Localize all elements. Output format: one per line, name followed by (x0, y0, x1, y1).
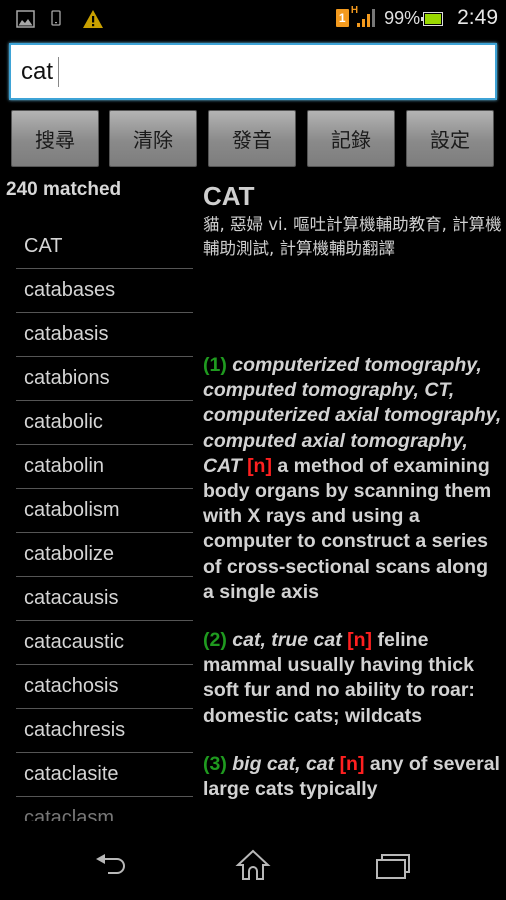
list-item[interactable]: catachosis (16, 665, 193, 709)
pronounce-button[interactable]: 發音 (208, 110, 296, 167)
home-button[interactable] (228, 849, 278, 885)
part-of-speech: [n] (339, 752, 365, 775)
battery-icon (421, 11, 444, 26)
pronounce-button-label: 發音 (232, 128, 272, 152)
list-item[interactable]: CAT (16, 225, 193, 269)
history-button[interactable]: 記錄 (307, 110, 395, 167)
list-item[interactable]: catabions (16, 357, 193, 401)
part-of-speech: [n] (247, 454, 272, 477)
sense-number: (3) (203, 752, 227, 775)
status-bar: 1 H 99% 2:49 (0, 0, 506, 38)
list-item[interactable]: catabolin (16, 445, 193, 489)
list-item[interactable]: catabolism (16, 489, 193, 533)
home-icon (235, 849, 271, 885)
sim-icon: 1 (335, 9, 349, 27)
list-item[interactable]: catabasis (16, 313, 193, 357)
definition-panel[interactable]: CAT 貓, 惡婦 vi. 嘔吐計算機輔助教育, 計算機輔助測試, 計算機輔助翻… (203, 180, 503, 826)
match-count: 240 matched (6, 179, 122, 200)
list-item[interactable]: cataclasite (16, 753, 193, 797)
headword: CAT (203, 181, 255, 211)
recent-apps-button[interactable] (368, 850, 418, 884)
sense-synonyms: cat, true cat (232, 629, 342, 652)
settings-button-label: 設定 (430, 128, 470, 152)
text-cursor (58, 57, 59, 87)
list-item[interactable]: catacaustic (16, 621, 193, 665)
sense-number: (1) (203, 354, 227, 376)
clear-button[interactable]: 清除 (109, 110, 197, 167)
sense-synonyms: big cat, cat (232, 752, 335, 775)
sense-list: (1) computerized tomography, computed to… (203, 353, 503, 802)
sim-label: 1 (338, 11, 346, 25)
phone-device-icon (50, 10, 62, 28)
list-item[interactable]: cataclasm (16, 797, 193, 821)
search-button[interactable]: 搜尋 (11, 110, 99, 167)
history-button-label: 記錄 (331, 128, 371, 152)
list-item[interactable]: catachresis (16, 709, 193, 753)
back-icon (95, 850, 131, 884)
navigation-bar (0, 830, 506, 900)
sense-definition: a method of examining body organs by sca… (203, 454, 492, 603)
notification-icons (16, 9, 104, 29)
list-item[interactable]: catacausis (16, 577, 193, 621)
battery-percent: 99% (384, 7, 421, 28)
clear-button-label: 清除 (133, 128, 173, 152)
sense-item: (2) cat, true cat [n] feline mammal usua… (203, 628, 503, 729)
search-input[interactable] (21, 55, 481, 89)
search-box[interactable] (9, 43, 497, 100)
search-button-label: 搜尋 (35, 128, 75, 152)
clock: 2:49 (457, 6, 498, 29)
toolbar: 搜尋 清除 發音 記錄 設定 (0, 110, 506, 168)
warning-icon (82, 9, 104, 29)
sense-item: (3) big cat, cat [n] any of several larg… (203, 752, 503, 802)
recent-apps-icon (375, 850, 411, 884)
chinese-translation: 貓, 惡婦 vi. 嘔吐計算機輔助教育, 計算機輔助測試, 計算機輔助翻譯 (203, 215, 502, 258)
part-of-speech: [n] (347, 629, 373, 652)
back-button[interactable] (88, 850, 138, 884)
word-list[interactable]: CAT catabases catabasis catabions catabo… (16, 225, 193, 821)
gallery-icon (16, 9, 36, 29)
sense-number: (2) (203, 629, 227, 652)
settings-button[interactable]: 設定 (406, 110, 494, 167)
list-item[interactable]: catabolic (16, 401, 193, 445)
list-item[interactable]: catabases (16, 269, 193, 313)
system-status: 1 H 99% 2:49 (335, 4, 498, 32)
sense-item: (1) computerized tomography, computed to… (203, 353, 503, 605)
signal-icon (356, 8, 376, 28)
list-item[interactable]: catabolize (16, 533, 193, 577)
